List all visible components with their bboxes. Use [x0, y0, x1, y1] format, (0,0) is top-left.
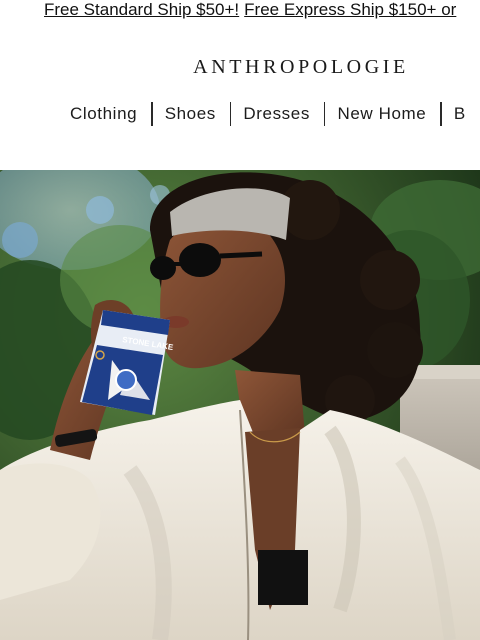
nav-item-new-home[interactable]: New Home	[325, 102, 440, 126]
hero-photo: STONE LAKE	[0, 170, 480, 640]
promo-content: Free Standard Ship $50+! Free Express Shi…	[44, 0, 456, 20]
promo-bar: Free Standard Ship $50+! Free Express Shi…	[0, 0, 480, 22]
nav-item-clothing[interactable]: Clothing	[58, 102, 151, 126]
promo-standard-shipping-link[interactable]: Free Standard Ship $50+!	[44, 0, 239, 19]
hero-banner-image[interactable]: STONE LAKE	[0, 170, 480, 640]
brand-logo[interactable]: ANTHROPOLOGIE	[0, 54, 480, 80]
nav-item-dresses[interactable]: Dresses	[231, 102, 324, 126]
top	[258, 550, 308, 605]
main-nav: Clothing Shoes Dresses New Home B	[58, 102, 480, 126]
nav-item-shoes[interactable]: Shoes	[153, 102, 230, 126]
promo-express-shipping-link[interactable]: Free Express Ship $150+ or	[244, 0, 456, 19]
nav-item-more[interactable]: B	[442, 102, 480, 126]
